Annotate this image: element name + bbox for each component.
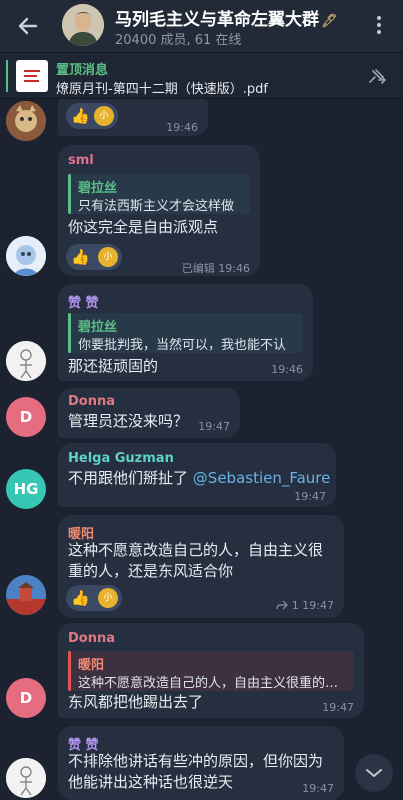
- message-time: 19:46: [166, 121, 198, 134]
- message-time: 1 19:47: [276, 599, 334, 612]
- message-text: 你这完全是自由派观点: [68, 218, 219, 236]
- reply-author: 碧拉丝: [78, 181, 118, 196]
- message-time: 19:47: [294, 490, 326, 503]
- message-text: 不用跟他们掰扯了 @Sebastien_Faure: [68, 469, 331, 487]
- message-bubble[interactable]: sml 碧拉丝 只有法西斯主义才会这样做 你这完全是自由派观点 👍 小 已编辑 …: [58, 145, 260, 276]
- message-time: 19:47: [322, 701, 354, 714]
- chat-header: 马列毛主义与革命左翼大群 🖋 20400 成员, 61 在线: [0, 0, 403, 52]
- message-bubble[interactable]: 👍 小 19:46: [58, 99, 208, 136]
- pinned-label: 置顶消息: [56, 63, 109, 78]
- forward-icon: [276, 600, 289, 610]
- reactor-avatar: 小: [98, 588, 118, 608]
- pdf-thumbnail: [16, 60, 48, 92]
- reply-text: 这种不愿意改造自己的人，自由主义很重的…: [78, 676, 339, 691]
- message-text: 不排除他讲话有些冲的原因，但你因为: [68, 752, 324, 770]
- reply-author: 碧拉丝: [78, 320, 118, 335]
- reactor-avatar: 小: [94, 106, 114, 126]
- reply-text: 只有法西斯主义才会这样做: [78, 199, 235, 214]
- scroll-down-button[interactable]: [355, 754, 393, 792]
- sender-name: Helga Guzman: [68, 451, 174, 466]
- message-text: 他能讲出这种话也很逆天: [68, 773, 234, 791]
- reaction-chip[interactable]: 👍 小: [66, 244, 122, 270]
- avatar[interactable]: D: [6, 678, 46, 718]
- message-text: 重的人，还是东风适合你: [68, 562, 234, 580]
- thumbs-up-icon: 👍: [71, 589, 90, 607]
- reply-preview[interactable]: 暖阳 这种不愿意改造自己的人，自由主义很重的…: [68, 651, 354, 691]
- chat-title[interactable]: 马列毛主义与革命左翼大群 🖋: [115, 5, 338, 30]
- message-list[interactable]: 👍 小 19:46 sml 碧拉丝 只有法西斯主义才会这样做 你这完全是自由派观…: [0, 99, 403, 800]
- sender-name: sml: [68, 153, 94, 168]
- message-text: 这种不愿意改造自己的人，自由主义很: [68, 541, 324, 559]
- message-bubble[interactable]: Donna 暖阳 这种不愿意改造自己的人，自由主义很重的… 东风都把他踢出去了 …: [58, 623, 364, 718]
- avatar[interactable]: [6, 101, 46, 141]
- message-text: 东风都把他踢出去了: [68, 693, 204, 711]
- avatar[interactable]: [6, 341, 46, 381]
- message-bubble[interactable]: Donna 管理员还没来吗？ 19:47: [58, 388, 240, 438]
- mention-link[interactable]: @Sebastien_Faure: [193, 469, 331, 487]
- reaction-chip[interactable]: 👍 小: [66, 103, 118, 129]
- sender-name: 赞 赞: [68, 296, 99, 311]
- pinned-indicator: [6, 60, 8, 92]
- more-options-icon[interactable]: [372, 14, 386, 38]
- avatar[interactable]: [6, 236, 46, 276]
- reactor-avatar: 小: [98, 247, 118, 267]
- reply-author: 暖阳: [78, 658, 105, 673]
- avatar[interactable]: HG: [6, 469, 46, 509]
- message-time: 19:47: [198, 420, 230, 433]
- pinned-text: 燎原月刊-第四十二期（快速版）.pdf: [56, 82, 268, 97]
- message-time: 已编辑 19:46: [181, 262, 250, 275]
- thumbs-up-icon: 👍: [71, 248, 90, 266]
- unpin-icon[interactable]: [367, 67, 387, 85]
- avatar[interactable]: D: [6, 397, 46, 437]
- reaction-chip[interactable]: 👍 小: [66, 585, 122, 611]
- group-avatar[interactable]: [62, 4, 104, 46]
- message-bubble[interactable]: 赞 赞 不排除他讲话有些冲的原因，但你因为 他能讲出这种话也很逆天 19:47: [58, 726, 344, 800]
- message-bubble[interactable]: Helga Guzman 不用跟他们掰扯了 @Sebastien_Faure 1…: [58, 443, 336, 507]
- message-text: 那还挺顽固的: [68, 357, 159, 375]
- message-time: 19:47: [302, 782, 334, 795]
- sender-name: Donna: [68, 394, 116, 409]
- avatar[interactable]: [6, 758, 46, 798]
- avatar[interactable]: [6, 575, 46, 615]
- member-count: 20400 成员, 61 在线: [115, 33, 242, 48]
- title-badge-icon: 🖋: [321, 14, 338, 29]
- back-arrow-icon[interactable]: [14, 12, 42, 40]
- message-bubble[interactable]: 赞 赞 碧拉丝 你要批判我，当然可以，我也能不认 那还挺顽固的 19:46: [58, 284, 313, 381]
- message-time: 19:46: [271, 363, 303, 376]
- sender-name: Donna: [68, 631, 116, 646]
- thumbs-up-icon: 👍: [71, 107, 90, 125]
- chevron-down-icon: [366, 769, 382, 777]
- pinned-message-bar[interactable]: 置顶消息 燎原月刊-第四十二期（快速版）.pdf: [0, 52, 403, 99]
- message-text: 管理员还没来吗？: [68, 412, 189, 430]
- reply-text: 你要批判我，当然可以，我也能不认: [78, 338, 287, 353]
- message-bubble[interactable]: 暖阳 这种不愿意改造自己的人，自由主义很 重的人，还是东风适合你 👍 小 1 1…: [58, 515, 344, 618]
- reply-preview[interactable]: 碧拉丝 只有法西斯主义才会这样做: [68, 174, 250, 214]
- reply-preview[interactable]: 碧拉丝 你要批判我，当然可以，我也能不认: [68, 313, 303, 353]
